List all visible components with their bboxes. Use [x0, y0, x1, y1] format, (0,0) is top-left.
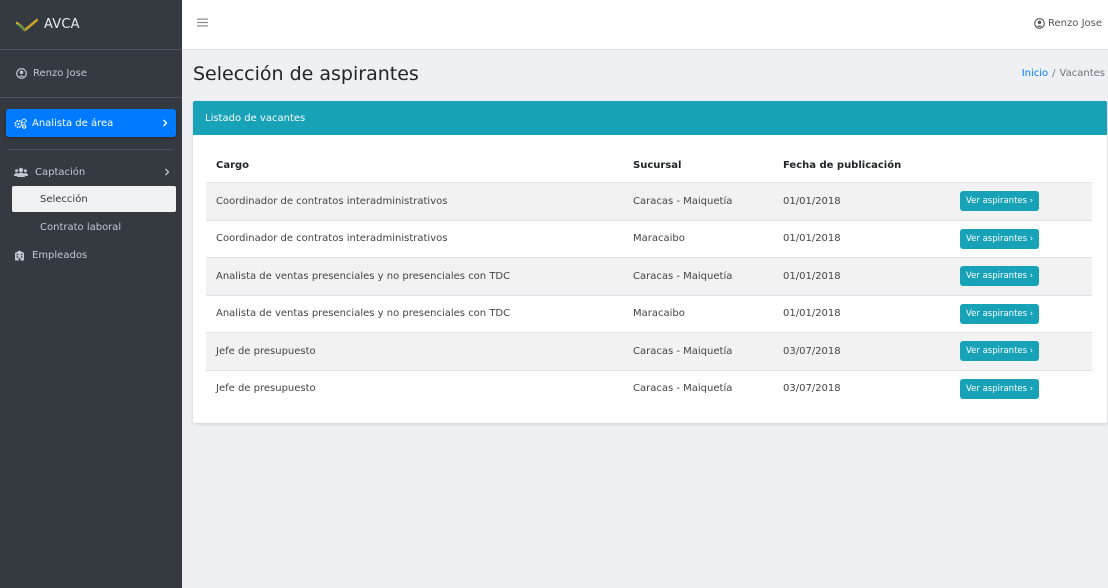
top-user-menu[interactable]: Renzo Jose — [1034, 18, 1102, 29]
cell-sucursal: Caracas - Maiquetía — [633, 195, 733, 207]
chevron-right-icon — [164, 168, 170, 176]
cell-sucursal: Maracaibo — [633, 233, 685, 245]
cell-cargo: Analista de ventas presenciales y no pre… — [216, 308, 511, 320]
column-header-fecha: Fecha de publicación — [783, 159, 902, 171]
user-circle-icon — [16, 68, 27, 79]
view-applicants-button[interactable]: Ver aspirantes › — [960, 303, 1040, 324]
breadcrumb: Inicio / Vacantes — [1022, 68, 1105, 79]
table-header: Cargo Sucursal Fecha de publicación — [206, 148, 1092, 182]
cell-fecha: 01/01/2018 — [783, 308, 841, 320]
cell-actions: Ver aspirantes › — [952, 266, 1092, 287]
card-title: Listado de vacantes — [205, 112, 306, 124]
cell-sucursal: Caracas - Maiquetía — [633, 270, 733, 282]
cell-actions: Ver aspirantes › — [952, 303, 1092, 324]
sidebar: AVCA Renzo Jose Analista de área Captaci… — [0, 0, 182, 588]
top-user-name: Renzo Jose — [1048, 18, 1102, 29]
table-row: Jefe de presupuesto Caracas - Maiquetía … — [206, 369, 1092, 408]
sidebar-item-analista-de-area[interactable]: Analista de área — [6, 109, 176, 137]
column-header-cargo: Cargo — [216, 159, 250, 171]
card-header: Listado de vacantes — [193, 101, 1107, 135]
cell-fecha: 03/07/2018 — [783, 345, 841, 357]
view-applicants-button[interactable]: Ver aspirantes › — [960, 191, 1040, 212]
cell-cargo: Jefe de presupuesto — [216, 383, 316, 395]
sidebar-user-panel[interactable]: Renzo Jose — [0, 50, 182, 98]
breadcrumb-separator: / — [1052, 68, 1056, 79]
cell-cargo: Analista de ventas presenciales y no pre… — [216, 270, 511, 282]
sidebar-user-name: Renzo Jose — [33, 68, 87, 79]
sidebar-subitem-seleccion[interactable]: Selección — [12, 186, 176, 212]
table-row: Analista de ventas presenciales y no pre… — [206, 294, 1092, 333]
view-applicants-button[interactable]: Ver aspirantes › — [960, 266, 1040, 287]
brand-link[interactable]: AVCA — [0, 0, 182, 50]
view-applicants-button[interactable]: Ver aspirantes › — [960, 341, 1040, 362]
table-row: Coordinador de contratos interadministra… — [206, 219, 1092, 258]
table-row: Coordinador de contratos interadministra… — [206, 182, 1092, 220]
cell-actions: Ver aspirantes › — [952, 228, 1092, 249]
cogs-icon — [14, 117, 27, 129]
table-row: Jefe de presupuesto Caracas - Maiquetía … — [206, 332, 1092, 370]
view-applicants-button[interactable]: Ver aspirantes › — [960, 378, 1040, 399]
check-logo-icon — [16, 18, 38, 32]
vacancies-table: Cargo Sucursal Fecha de publicación Coor… — [206, 148, 1092, 407]
view-applicants-button[interactable]: Ver aspirantes › — [960, 228, 1040, 249]
cell-sucursal: Maracaibo — [633, 308, 685, 320]
cell-sucursal: Caracas - Maiquetía — [633, 383, 733, 395]
cell-sucursal: Caracas - Maiquetía — [633, 345, 733, 357]
sidebar-subitem-contrato-laboral[interactable]: Contrato laboral — [0, 212, 182, 242]
users-icon — [14, 167, 28, 178]
top-navbar: Renzo Jose — [182, 0, 1108, 50]
cell-cargo: Coordinador de contratos interadministra… — [216, 233, 448, 245]
sidebar-item-captacion[interactable]: Captación — [0, 158, 182, 186]
table-row: Analista de ventas presenciales y no pre… — [206, 257, 1092, 295]
sidebar-item-label: Captación — [35, 166, 86, 178]
page-title: Selección de aspirantes — [193, 63, 419, 85]
cell-fecha: 01/01/2018 — [783, 270, 841, 282]
cell-fecha: 01/01/2018 — [783, 233, 841, 245]
building-icon — [14, 250, 25, 261]
cell-actions: Ver aspirantes › — [952, 191, 1092, 212]
sidebar-item-label: Analista de área — [32, 117, 114, 129]
cell-actions: Ver aspirantes › — [952, 378, 1092, 399]
chevron-right-icon — [162, 119, 168, 127]
cell-fecha: 01/01/2018 — [783, 195, 841, 207]
breadcrumb-current: Vacantes — [1059, 68, 1105, 79]
cell-cargo: Coordinador de contratos interadministra… — [216, 195, 448, 207]
hamburger-icon[interactable] — [197, 18, 208, 27]
brand-text: AVCA — [44, 17, 80, 32]
sidebar-item-label: Empleados — [32, 249, 88, 261]
vacancies-card: Listado de vacantes Cargo Sucursal Fecha… — [193, 101, 1107, 423]
sidebar-nav: Analista de área Captación Selección Con… — [0, 109, 182, 268]
sidebar-item-empleados[interactable]: Empleados — [0, 242, 182, 268]
cell-fecha: 03/07/2018 — [783, 383, 841, 395]
cell-actions: Ver aspirantes › — [952, 341, 1092, 362]
breadcrumb-home-link[interactable]: Inicio — [1022, 68, 1048, 79]
cell-cargo: Jefe de presupuesto — [216, 345, 316, 357]
sidebar-divider — [8, 149, 174, 150]
user-circle-icon — [1034, 18, 1045, 29]
column-header-sucursal: Sucursal — [633, 159, 682, 171]
